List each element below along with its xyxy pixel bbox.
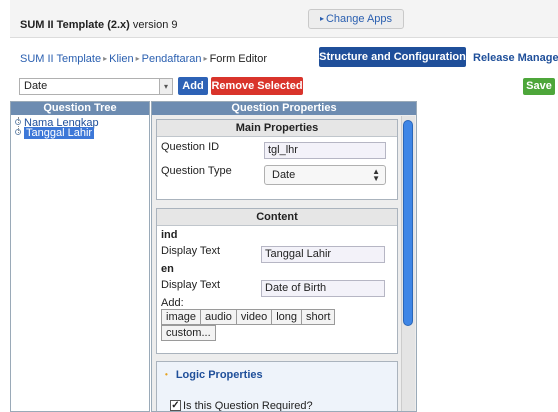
chevron-right-icon: ▸ [203, 54, 208, 63]
question-type-select-value: Date [24, 80, 48, 92]
display-text-label: Display Text [161, 245, 221, 257]
save-button[interactable]: Save [523, 78, 555, 95]
tree-item-label: Tanggal Lahir [24, 127, 95, 139]
question-type-dropdown-value: Date [272, 169, 296, 181]
updown-arrows-icon: ▲ ▼ [372, 167, 380, 183]
app-title: SUM II Template (2.x) version 9 [20, 19, 178, 31]
question-tree-panel: Question Tree Nama Lengkap Tanggal Lahir [10, 101, 150, 412]
breadcrumb-form[interactable]: Pendaftaran [142, 53, 202, 65]
question-properties-title: Question Properties [152, 102, 416, 115]
change-apps-button[interactable]: ▸ Change Apps [308, 9, 404, 29]
display-text-en-input[interactable]: Date of Birth [261, 280, 385, 297]
add-audio-button[interactable]: audio [199, 309, 237, 325]
question-id-label: Question ID [161, 141, 220, 153]
breadcrumb-app[interactable]: SUM II Template [20, 53, 101, 65]
content-section: Content ind Display Text Tanggal Lahir e… [156, 208, 398, 354]
add-media-label: Add: [161, 297, 184, 309]
required-checkbox[interactable]: ✓ [170, 400, 181, 411]
question-properties-panel: Question Properties Main Properties Ques… [151, 101, 417, 412]
question-node-icon [15, 119, 21, 125]
question-type-label: Question Type [161, 165, 232, 177]
scrollbar-thumb[interactable] [403, 120, 413, 326]
change-apps-label: Change Apps [325, 13, 393, 25]
question-type-dropdown[interactable]: Date ▲ ▼ [264, 165, 386, 185]
question-id-input[interactable]: tgl_lhr [264, 142, 386, 159]
app-title-name: SUM II Template (2.x) [20, 19, 130, 31]
add-button[interactable]: Add [178, 77, 208, 95]
bullet-icon: • [165, 370, 168, 379]
chevron-right-icon: ▸ [135, 54, 140, 63]
add-video-button[interactable]: video [235, 309, 273, 325]
breadcrumb: SUM II Template ▸ Klien ▸ Pendaftaran ▸ Form E… [20, 53, 267, 65]
tree-item-tanggal-lahir[interactable]: Tanggal Lahir [15, 127, 95, 139]
question-type-select[interactable]: Date ▾ [19, 78, 173, 95]
display-text-label: Display Text [161, 279, 221, 291]
breadcrumb-current: Form Editor [209, 53, 268, 65]
logic-properties-title: Logic Properties [175, 369, 263, 381]
app-version: version 9 [129, 19, 178, 31]
add-image-button[interactable]: image [161, 309, 201, 325]
tab-structure-configuration[interactable]: Structure and Configuration [319, 47, 466, 67]
question-node-icon [15, 129, 21, 135]
question-tree-title: Question Tree [11, 102, 149, 115]
add-long-button[interactable]: long [271, 309, 302, 325]
tab-release-manager[interactable]: Release Manager [473, 52, 558, 64]
remove-selected-button[interactable]: Remove Selected [211, 77, 303, 95]
add-custom-button[interactable]: custom... [161, 325, 216, 341]
media-button-row: image audio video long short [161, 309, 336, 325]
chevron-right-icon: ▸ [103, 54, 108, 63]
logic-properties-section: • Logic Properties ✓ Is this Question Req… [156, 361, 398, 412]
display-text-ind-input[interactable]: Tanggal Lahir [261, 246, 385, 263]
main-properties-title: Main Properties [157, 120, 397, 137]
logic-properties-toggle[interactable]: • Logic Properties [165, 369, 263, 381]
app-header: SUM II Template (2.x) version 9 ▸ Change … [10, 0, 558, 38]
bullet-icon: ▸ [319, 14, 324, 23]
breadcrumb-module[interactable]: Klien [109, 53, 133, 65]
required-label: Is this Question Required? [183, 400, 313, 412]
chevron-down-icon: ▾ [159, 79, 172, 94]
main-properties-section: Main Properties Question ID tgl_lhr Ques… [156, 119, 398, 200]
content-title: Content [157, 209, 397, 226]
language-en-label: en [161, 263, 174, 275]
language-ind-label: ind [161, 229, 178, 241]
media-button-row-2: custom... [161, 325, 216, 341]
add-short-button[interactable]: short [300, 309, 336, 325]
